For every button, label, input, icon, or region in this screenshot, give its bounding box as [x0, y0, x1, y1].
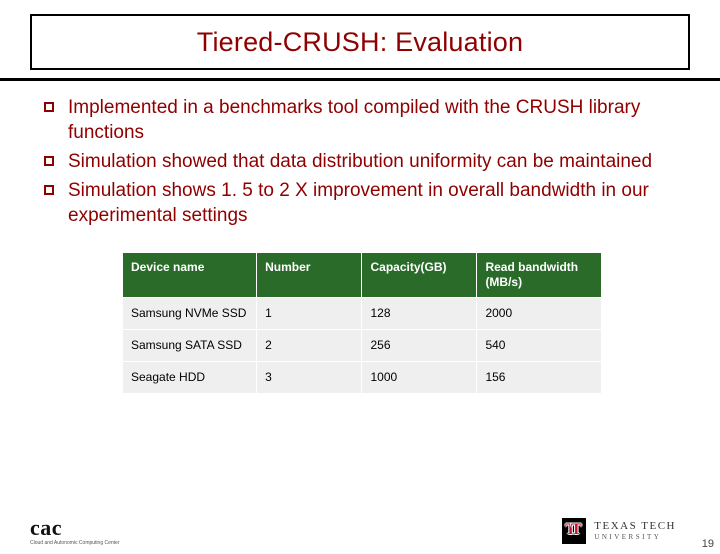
- bullet-item: Simulation shows 1. 5 to 2 X improvement…: [40, 178, 680, 228]
- col-capacity: Capacity(GB): [362, 253, 477, 298]
- cac-subtitle: Cloud and Autonomic Computing Center: [30, 540, 120, 546]
- table-row: Samsung NVMe SSD 1 128 2000: [123, 298, 602, 330]
- bullet-text: Simulation shows 1. 5 to 2 X improvement…: [68, 180, 649, 226]
- device-table-wrap: Device name Number Capacity(GB) Read ban…: [122, 252, 602, 394]
- body: Implemented in a benchmarks tool compile…: [0, 81, 720, 394]
- bullet-icon: [44, 185, 54, 195]
- slide: Tiered-CRUSH: Evaluation Implemented in …: [0, 14, 720, 554]
- cell-capacity: 1000: [362, 362, 477, 394]
- cell-number: 1: [257, 298, 362, 330]
- bullet-text: Implemented in a benchmarks tool compile…: [68, 97, 640, 143]
- cell-bandwidth: 540: [477, 330, 602, 362]
- logo-left: cac Cloud and Autonomic Computing Center: [30, 518, 120, 546]
- cell-number: 2: [257, 330, 362, 362]
- cell-number: 3: [257, 362, 362, 394]
- table-row: Samsung SATA SSD 2 256 540: [123, 330, 602, 362]
- slide-title: Tiered-CRUSH: Evaluation: [197, 27, 523, 58]
- device-table: Device name Number Capacity(GB) Read ban…: [122, 252, 602, 394]
- bullet-text: Simulation showed that data distribution…: [68, 151, 652, 172]
- logo-right: TT TEXAS TECH UNIVERSITY: [562, 518, 676, 544]
- tt-line1: TEXAS TECH: [594, 521, 676, 532]
- bullet-icon: [44, 102, 54, 112]
- cell-bandwidth: 156: [477, 362, 602, 394]
- bullet-list: Implemented in a benchmarks tool compile…: [40, 95, 680, 228]
- cell-device: Seagate HDD: [123, 362, 257, 394]
- col-bandwidth: Read bandwidth (MB/s): [477, 253, 602, 298]
- texas-tech-icon: TT: [562, 518, 586, 544]
- table-header-row: Device name Number Capacity(GB) Read ban…: [123, 253, 602, 298]
- bullet-item: Implemented in a benchmarks tool compile…: [40, 95, 680, 145]
- cac-logo: cac: [30, 518, 62, 538]
- bullet-icon: [44, 156, 54, 166]
- cell-device: Samsung SATA SSD: [123, 330, 257, 362]
- table-row: Seagate HDD 3 1000 156: [123, 362, 602, 394]
- bullet-item: Simulation showed that data distribution…: [40, 149, 680, 174]
- col-device: Device name: [123, 253, 257, 298]
- texas-tech-text: TEXAS TECH UNIVERSITY: [594, 521, 676, 541]
- cell-capacity: 128: [362, 298, 477, 330]
- footer: cac Cloud and Autonomic Computing Center…: [0, 510, 720, 554]
- cell-device: Samsung NVMe SSD: [123, 298, 257, 330]
- cell-bandwidth: 2000: [477, 298, 602, 330]
- col-number: Number: [257, 253, 362, 298]
- cell-capacity: 256: [362, 330, 477, 362]
- title-box: Tiered-CRUSH: Evaluation: [30, 14, 690, 70]
